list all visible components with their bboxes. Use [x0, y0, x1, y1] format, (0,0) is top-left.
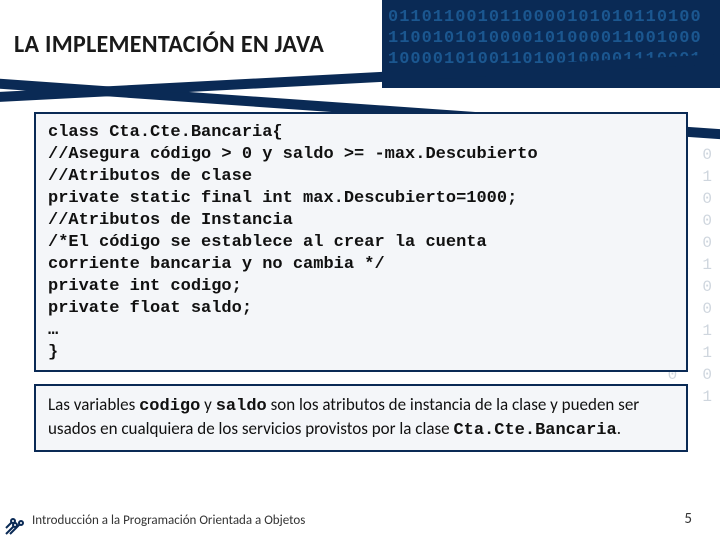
footer-text: Introducción a la Programación Orientada… [32, 513, 305, 528]
header-banner: 0010100110101100001110010111 01101100101… [382, 0, 720, 88]
code-line: } [48, 342, 674, 364]
slide-title: LA IMPLEMENTACIÓN EN JAVA [14, 30, 324, 59]
code-line: corriente bancaria y no cambia */ [48, 254, 674, 276]
page-number: 5 [684, 510, 692, 528]
code-line: //Asegura código > 0 y saldo >= -max.Des… [48, 144, 674, 166]
note-code-term: codigo [139, 397, 200, 416]
note-code-term: saldo [216, 397, 267, 416]
circuit-icon [4, 506, 34, 536]
code-line: private int codigo; [48, 276, 674, 298]
code-line: private static final int max.Descubierto… [48, 188, 674, 210]
note-text: . [617, 418, 621, 439]
code-line: /*El código se establece al crear la cue… [48, 232, 674, 254]
note-code-term: Cta.Cte.Bancaria [453, 421, 616, 440]
code-line: private float saldo; [48, 298, 674, 320]
note-block: Las variables codigo y saldo son los atr… [34, 384, 688, 452]
slide-header: LA IMPLEMENTACIÓN EN JAVA 00101001101011… [0, 0, 720, 88]
note-text: y [200, 394, 215, 415]
banner-binary-text: 0010100110101100001110010111 01101100101… [388, 0, 720, 70]
note-text: Las variables [48, 394, 139, 415]
code-line: //Atributos de clase [48, 166, 674, 188]
code-block: class Cta.Cte.Bancaria{ //Asegura código… [34, 112, 688, 372]
code-line: … [48, 320, 674, 342]
code-line: //Atributos de Instancia [48, 210, 674, 232]
code-line: class Cta.Cte.Bancaria{ [48, 122, 674, 144]
